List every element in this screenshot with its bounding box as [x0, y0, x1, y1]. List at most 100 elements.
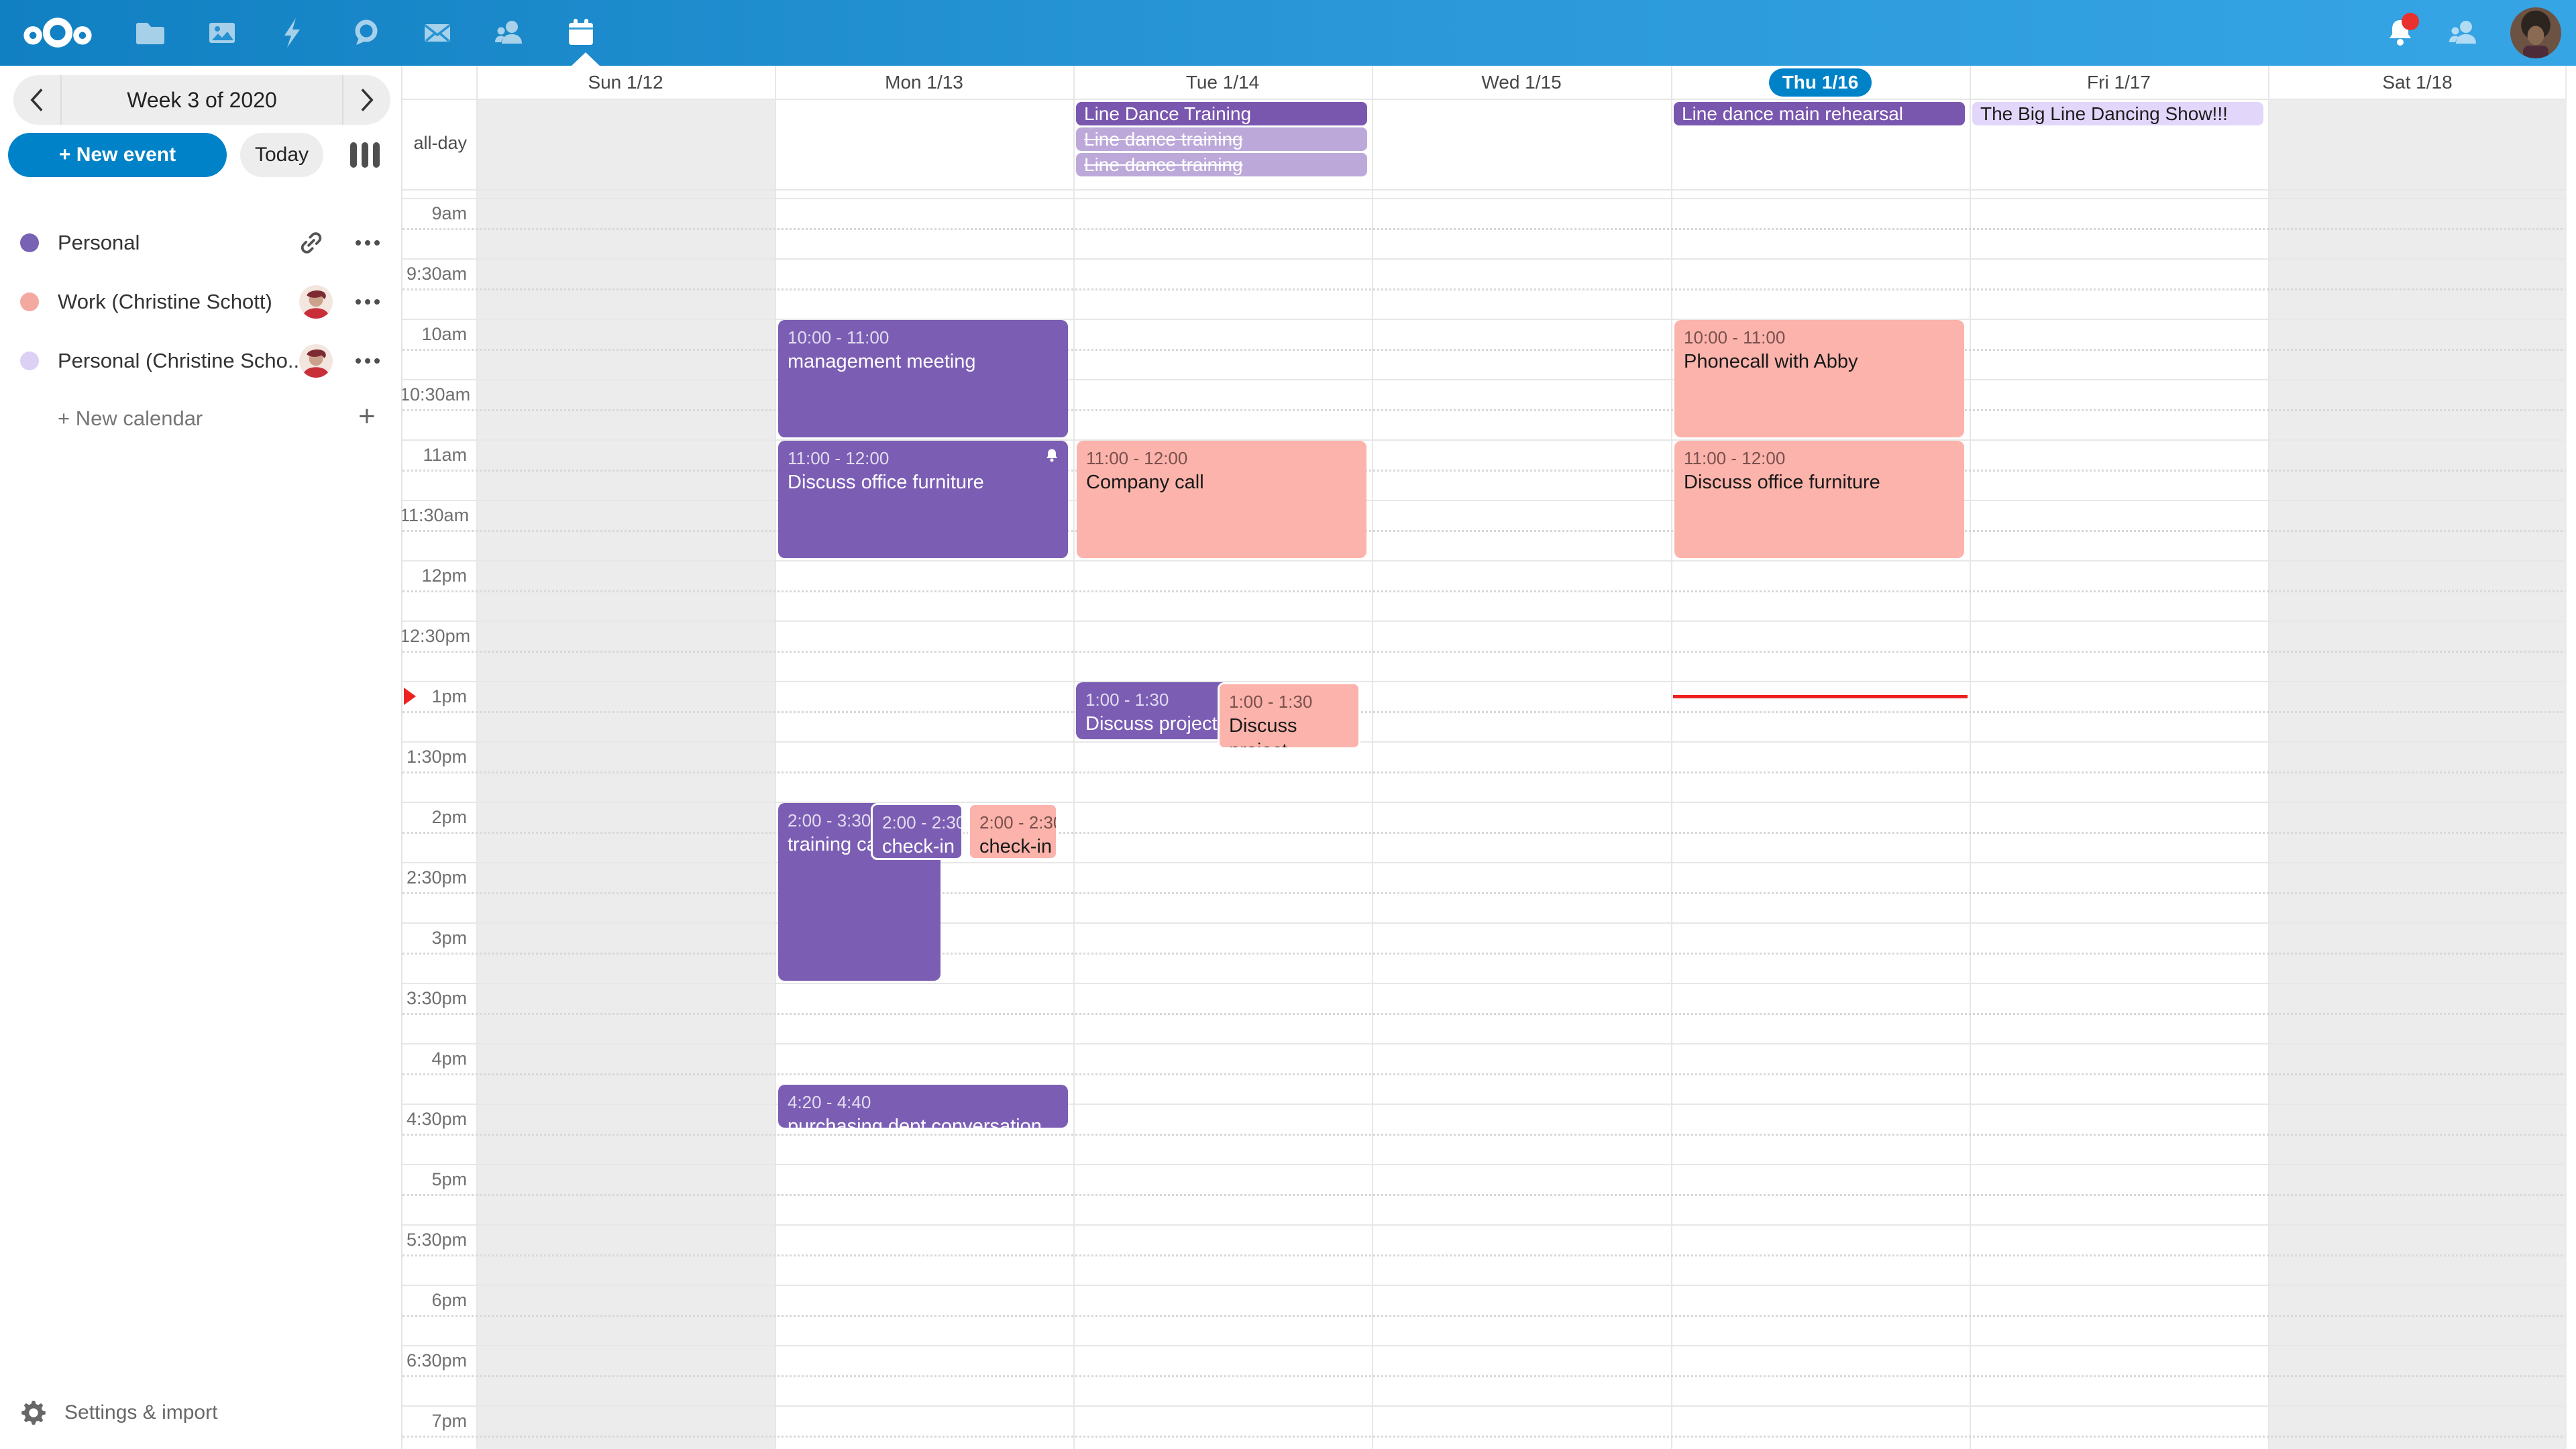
quarterhour-gridline — [402, 953, 2567, 955]
quarterhour-gridline — [402, 530, 2567, 532]
calendar-actions-menu-icon[interactable] — [356, 299, 380, 305]
halfhour-gridline — [402, 379, 2567, 380]
calendar-actions-menu-icon[interactable] — [356, 240, 380, 246]
time-label: 5pm — [400, 1169, 467, 1190]
time-label: 3:30pm — [400, 988, 467, 1009]
quarterhour-gridline — [402, 711, 2567, 713]
time-label: 10am — [400, 324, 467, 345]
previous-week-button[interactable] — [13, 75, 62, 125]
day-header-mon[interactable]: Mon 1/13 — [775, 66, 1073, 99]
time-label: 12pm — [400, 566, 467, 586]
today-button[interactable]: Today — [240, 133, 323, 177]
calendar-color-dot — [20, 292, 39, 311]
day-header-fri[interactable]: Fri 1/17 — [1970, 66, 2268, 99]
mail-icon[interactable] — [421, 17, 453, 49]
column-divider — [775, 66, 776, 1449]
allday-event[interactable]: Line dance training — [1076, 153, 1367, 176]
notifications-bell-icon[interactable] — [2384, 17, 2416, 49]
calendar-actions-menu-icon[interactable] — [356, 358, 380, 364]
event-block[interactable]: 1:00 - 1:30Discuss project announcement — [1218, 682, 1360, 749]
event-title: Discuss office furniture — [1684, 470, 1955, 495]
new-calendar-row: + New calendar + — [0, 390, 402, 449]
halfhour-gridline — [402, 1043, 2567, 1044]
day-header-sat[interactable]: Sat 1/18 — [2268, 66, 2567, 99]
event-title: Company call — [1086, 470, 1357, 495]
allday-event[interactable]: Line dance main rehearsal — [1674, 102, 1965, 125]
event-block[interactable]: 4:20 - 4:40purchasing dept conversation — [778, 1085, 1068, 1128]
vertical-scrollbar[interactable] — [2565, 66, 2576, 1449]
contacts-icon[interactable] — [493, 17, 525, 49]
top-navigation-bar — [0, 0, 2576, 66]
quarterhour-gridline — [402, 832, 2567, 834]
event-time-label: 2:00 - 2:30 — [882, 810, 952, 835]
time-label: 9am — [400, 203, 467, 224]
halfhour-gridline — [402, 741, 2567, 743]
quarterhour-gridline — [402, 1315, 2567, 1317]
event-block[interactable]: 11:00 - 12:00Discuss office furniture — [778, 441, 1068, 558]
time-label: 4:30pm — [400, 1109, 467, 1130]
next-week-button[interactable] — [342, 75, 390, 125]
settings-import-button[interactable]: Settings & import — [20, 1399, 217, 1426]
header-row-divider — [402, 99, 2567, 100]
today-date-pill: Thu 1/16 — [1769, 68, 1872, 97]
day-header-wed[interactable]: Wed 1/15 — [1372, 66, 1671, 99]
new-event-button[interactable]: + New event — [8, 133, 227, 177]
folder-icon[interactable] — [134, 17, 166, 49]
event-block[interactable]: 11:00 - 12:00Company call — [1077, 441, 1366, 558]
time-label: 2pm — [400, 807, 467, 828]
current-time-line — [1673, 695, 1968, 698]
quarterhour-gridline — [402, 288, 2567, 290]
calendar-list-item[interactable]: Personal (Christine Scho... — [0, 331, 402, 390]
column-divider — [476, 66, 478, 1449]
nextcloud-logo-icon[interactable] — [19, 12, 97, 54]
quarterhour-gridline — [402, 349, 2567, 351]
app-icon-row — [134, 0, 597, 66]
event-block[interactable]: 2:00 - 2:30check-in — [968, 803, 1058, 860]
week-range-label: Week 3 of 2020 — [62, 88, 342, 113]
all-day-label: all-day — [400, 133, 467, 154]
event-time-label: 11:00 - 12:00 — [788, 446, 1059, 470]
allday-event[interactable]: Line dance training — [1076, 127, 1367, 151]
column-divider — [2268, 66, 2269, 1449]
new-calendar-button[interactable]: + New calendar — [58, 407, 203, 431]
halfhour-gridline — [402, 1405, 2567, 1407]
event-block[interactable]: 10:00 - 11:00Phonecall with Abby — [1674, 320, 1964, 437]
calendar-list-item[interactable]: Work (Christine Schott) — [0, 272, 402, 331]
halfhour-gridline — [402, 983, 2567, 984]
plus-icon[interactable]: + — [358, 400, 376, 433]
active-app-pointer — [572, 52, 600, 66]
event-block[interactable]: 11:00 - 12:00Discuss office furniture — [1674, 441, 1964, 558]
calendar-name-label: Personal — [58, 231, 302, 255]
column-divider — [1671, 66, 1672, 1449]
user-avatar[interactable] — [2510, 7, 2561, 58]
quarterhour-gridline — [402, 470, 2567, 472]
photos-icon[interactable] — [206, 17, 238, 49]
lightning-icon[interactable] — [278, 17, 310, 49]
quarterhour-gridline — [402, 892, 2567, 894]
quarterhour-gridline — [402, 771, 2567, 773]
allday-event[interactable]: Line Dance Training — [1076, 102, 1367, 125]
allday-event[interactable]: The Big Line Dancing Show!!! — [1972, 102, 2263, 125]
talk-icon[interactable] — [350, 17, 382, 49]
day-header-tue[interactable]: Tue 1/14 — [1073, 66, 1372, 99]
contacts-menu-icon[interactable] — [2447, 17, 2479, 49]
view-toggle-icon[interactable] — [350, 142, 380, 168]
day-header-sun[interactable]: Sun 1/12 — [476, 66, 775, 99]
calendar-owner-avatar — [299, 285, 333, 319]
share-link-icon[interactable] — [295, 227, 327, 259]
event-block[interactable]: 2:00 - 2:30check-in — [871, 803, 963, 860]
event-title: purchasing dept conversation — [788, 1114, 1059, 1128]
time-label: 4pm — [400, 1049, 467, 1069]
event-time-label: 1:00 - 1:30 — [1229, 690, 1349, 714]
settings-import-label: Settings & import — [64, 1401, 217, 1424]
notification-badge — [2402, 13, 2419, 30]
quarterhour-gridline — [402, 1436, 2567, 1438]
time-label: 12:30pm — [400, 626, 467, 647]
day-header-thu[interactable]: Thu 1/16 — [1671, 66, 1970, 99]
calendar-icon[interactable] — [565, 17, 597, 49]
event-time-label: 2:00 - 2:30 — [979, 810, 1046, 835]
calendar-list-item[interactable]: Personal — [0, 213, 402, 272]
event-block[interactable]: 10:00 - 11:00management meeting — [778, 320, 1068, 437]
halfhour-gridline — [402, 319, 2567, 320]
quarterhour-gridline — [402, 1194, 2567, 1196]
